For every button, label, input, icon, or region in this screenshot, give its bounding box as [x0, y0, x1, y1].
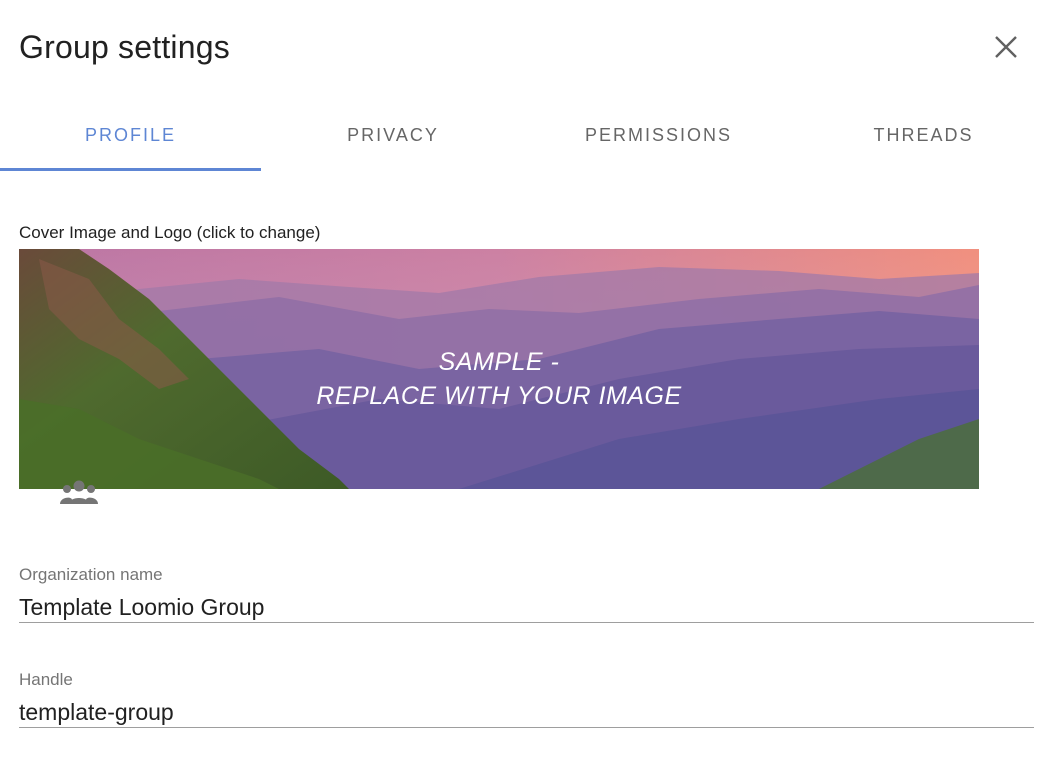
cover-image-label: Cover Image and Logo (click to change)	[19, 223, 321, 242]
close-button[interactable]	[986, 27, 1026, 67]
tab-permissions[interactable]: PERMISSIONS	[525, 100, 792, 170]
tab-profile[interactable]: PROFILE	[0, 100, 261, 171]
tab-privacy[interactable]: PRIVACY	[261, 100, 525, 170]
handle-field: Handle	[19, 669, 1034, 728]
cover-caption: SAMPLE - REPLACE WITH YOUR IMAGE	[19, 345, 979, 413]
cover-image[interactable]: SAMPLE - REPLACE WITH YOUR IMAGE	[19, 249, 979, 489]
group-logo[interactable]	[58, 478, 100, 508]
organization-name-input[interactable]	[19, 592, 1034, 622]
settings-tabs: PROFILE PRIVACY PERMISSIONS THREADS	[0, 100, 1055, 172]
tab-threads[interactable]: THREADS	[792, 100, 1055, 170]
dialog-title: Group settings	[19, 29, 230, 65]
organization-name-label: Organization name	[19, 565, 163, 584]
group-settings-dialog: Group settings PROFILE PRIVACY PERMISSIO…	[0, 0, 1055, 758]
handle-label: Handle	[19, 670, 73, 689]
group-icon	[60, 480, 98, 504]
organization-name-field: Organization name	[19, 564, 1034, 623]
cover-caption-line2: REPLACE WITH YOUR IMAGE	[316, 382, 682, 410]
handle-input[interactable]	[19, 697, 1034, 727]
cover-caption-line1: SAMPLE -	[438, 348, 560, 376]
close-icon	[995, 36, 1017, 58]
